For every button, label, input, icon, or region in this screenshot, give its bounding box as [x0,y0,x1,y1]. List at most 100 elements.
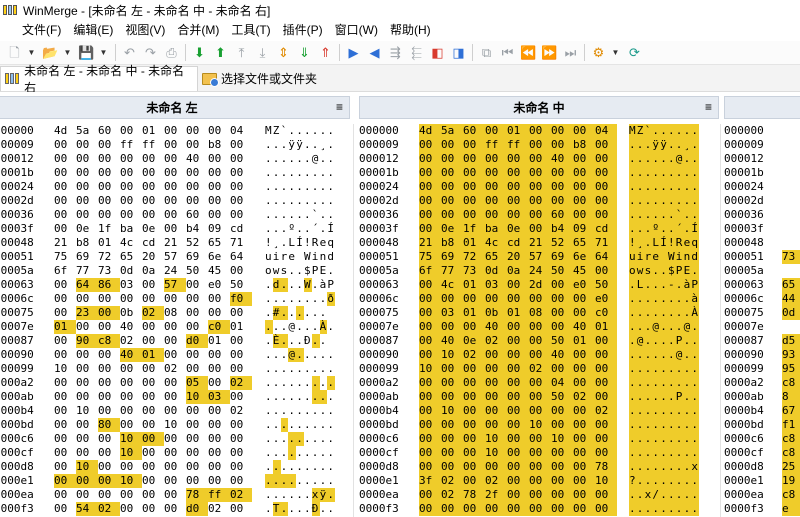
hex-byte[interactable]: 02 [208,502,230,516]
ascii-char[interactable]: . [288,152,296,166]
ascii-char[interactable]: . [636,152,645,166]
ascii-char[interactable]: . [320,502,328,516]
hex-byte[interactable]: 00 [230,138,252,152]
hex-byte[interactable]: 10 [120,474,142,488]
ascii-char[interactable]: . [296,404,304,418]
ascii-char[interactable]: . [320,362,328,376]
hex-byte[interactable]: 00 [98,376,120,390]
ascii-char[interactable]: ! [304,236,312,250]
hex-byte[interactable]: 00 [208,152,230,166]
hex-byte[interactable]: 00 [142,152,164,166]
hex-byte[interactable]: 00 [529,432,551,446]
ascii-char[interactable]: . [667,194,676,208]
ascii-char[interactable]: . [675,474,684,488]
ascii-char[interactable]: . [675,404,684,418]
ascii-char[interactable]: . [683,166,692,180]
hex-byte[interactable]: 00 [142,404,164,418]
copy-all-left-icon[interactable]: ⬱ [408,44,425,61]
split-icon[interactable]: ⧉ [478,44,495,61]
ascii-char[interactable]: ? [629,474,637,488]
hex-byte[interactable]: 00 [529,292,551,306]
ascii-char[interactable]: ¸ [636,236,645,250]
hex-byte[interactable]: 20 [507,250,529,264]
hex-byte[interactable]: 00 [463,152,485,166]
ascii-char[interactable]: u [629,250,637,264]
ascii-char[interactable]: . [629,278,637,292]
hex-byte[interactable]: 02 [595,404,617,418]
ascii-char[interactable]: . [312,180,320,194]
hex-byte[interactable]: 00 [529,208,551,222]
hex-byte[interactable]: 00 [230,180,252,194]
hex-byte[interactable]: 00 [76,376,98,390]
ascii-char[interactable]: d [272,278,281,292]
ascii-char[interactable]: . [327,446,335,460]
hex-byte[interactable]: 00 [419,292,441,306]
ascii-char[interactable]: . [288,418,296,432]
ascii-char[interactable]: x [691,460,700,474]
ascii-char[interactable]: . [304,208,312,222]
ascii-char[interactable]: ÿ [319,488,328,502]
ascii-char[interactable]: . [644,320,653,334]
hex-byte[interactable]: 00 [120,376,142,390]
hex-byte[interactable]: 00 [529,460,551,474]
ascii-char[interactable]: . [288,306,296,320]
hex-byte[interactable]: 00 [230,460,252,474]
hex-byte[interactable]: 00 [98,390,120,404]
ascii-char[interactable]: . [675,488,684,502]
hex-byte[interactable]: 00 [507,166,529,180]
ascii-char[interactable]: . [281,488,289,502]
hex-byte[interactable]: e [782,502,800,516]
ascii-char[interactable]: . [652,446,661,460]
hex-byte[interactable]: 00 [441,446,463,460]
hex-byte[interactable]: 00 [230,152,252,166]
ascii-char[interactable]: . [296,348,304,362]
ascii-char[interactable]: . [652,502,661,516]
ascii-char[interactable]: . [320,404,328,418]
ascii-char[interactable]: Í [327,222,335,236]
prev-diff-icon[interactable]: ⬆ [212,44,229,61]
ascii-char[interactable]: . [667,432,676,446]
hex-byte[interactable]: 00 [186,446,208,460]
ascii-char[interactable]: º [288,222,296,236]
hex-byte[interactable]: 00 [208,446,230,460]
ascii-char[interactable]: @ [288,320,296,334]
hex-byte[interactable]: 00 [529,446,551,460]
ascii-char[interactable]: . [667,320,676,334]
ascii-char[interactable]: . [327,460,335,474]
ascii-char[interactable]: . [312,306,320,320]
hex-byte[interactable]: 00 [142,488,164,502]
hex-byte[interactable]: 00 [507,404,529,418]
ascii-char[interactable]: . [288,194,296,208]
hex-byte[interactable]: f1 [782,418,800,432]
ascii-char[interactable]: . [312,292,320,306]
hex-byte[interactable]: cd [595,222,617,236]
ascii-char[interactable]: . [652,404,661,418]
ascii-char[interactable]: . [281,194,289,208]
ascii-char[interactable]: . [320,152,328,166]
hex-byte[interactable]: 72 [98,250,120,264]
ascii-char[interactable]: ð [327,292,336,306]
hex-byte[interactable]: 00 [208,166,230,180]
hex-byte[interactable]: b8 [76,236,98,250]
ascii-char[interactable]: à [683,278,692,292]
hex-byte[interactable]: 52 [551,236,573,250]
hex-byte[interactable]: 4c [485,236,507,250]
ascii-char[interactable]: . [660,152,668,166]
ascii-char[interactable]: . [304,306,312,320]
hex-byte[interactable]: 00 [120,460,142,474]
hex-byte[interactable]: 00 [230,264,252,278]
ascii-char[interactable]: . [280,502,289,516]
ascii-char[interactable]: . [320,194,328,208]
ascii-char[interactable]: . [327,390,335,404]
hex-byte[interactable]: 4d [54,124,76,138]
hex-byte[interactable]: 10 [485,446,507,460]
hex-byte[interactable]: 57 [529,250,551,264]
hex-byte[interactable]: 40 [551,348,573,362]
copy-all-right-icon[interactable]: ⇶ [387,44,404,61]
ascii-char[interactable]: . [652,166,661,180]
hex-byte[interactable]: 02 [573,390,595,404]
first-file-icon[interactable]: ⏮ [499,44,516,61]
hex-byte[interactable]: 00 [507,194,529,208]
ascii-char[interactable]: . [644,278,653,292]
hex-byte[interactable]: 00 [551,306,573,320]
